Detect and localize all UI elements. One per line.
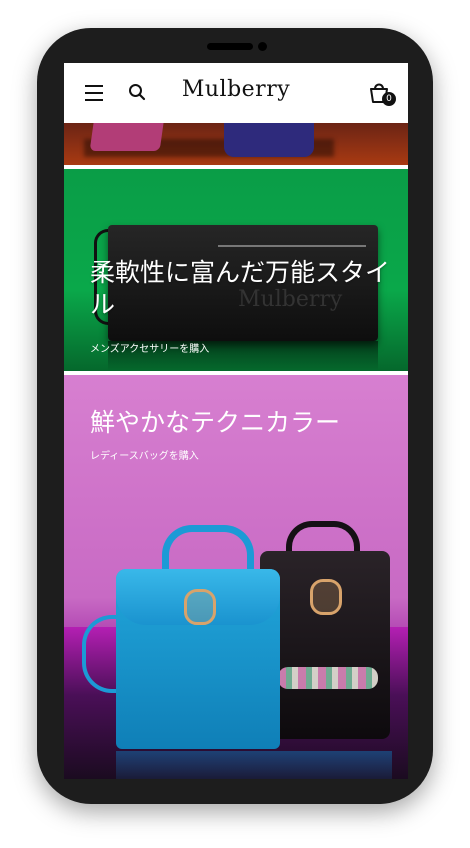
shopping-bag-icon[interactable]: 0 [368,80,396,108]
navy-bag-image [224,117,314,157]
speaker-grille [207,43,253,50]
womens-bags-banner[interactable]: 鮮やかなテクニカラー レディースバッグを購入 [64,375,408,779]
womens-banner-title: 鮮やかなテクニカラー [90,408,341,437]
bag-reflection [116,751,392,779]
gold-lock-icon [310,579,342,615]
screen: Mulberry 0 Mulberry 柔軟性に富んだ万能スタイル メンズアクセ… [64,63,408,779]
site-header: Mulberry 0 [64,63,408,123]
floral-embellishment [278,667,378,689]
front-camera [258,42,267,51]
bag-count-badge: 0 [382,92,396,106]
mulberry-logo[interactable]: Mulberry [64,77,408,102]
mens-banner-title: 柔軟性に富んだ万能スタイル [90,258,391,319]
gold-lock-icon [184,589,216,625]
shop-mens-accessories-link[interactable]: メンズアクセサリーを購入 [90,340,209,355]
shop-womens-bags-link[interactable]: レディースバッグを購入 [90,447,199,462]
mens-accessories-banner[interactable]: Mulberry 柔軟性に富んだ万能スタイル メンズアクセサリーを購入 [64,169,408,371]
top-banner-image[interactable] [64,117,408,165]
